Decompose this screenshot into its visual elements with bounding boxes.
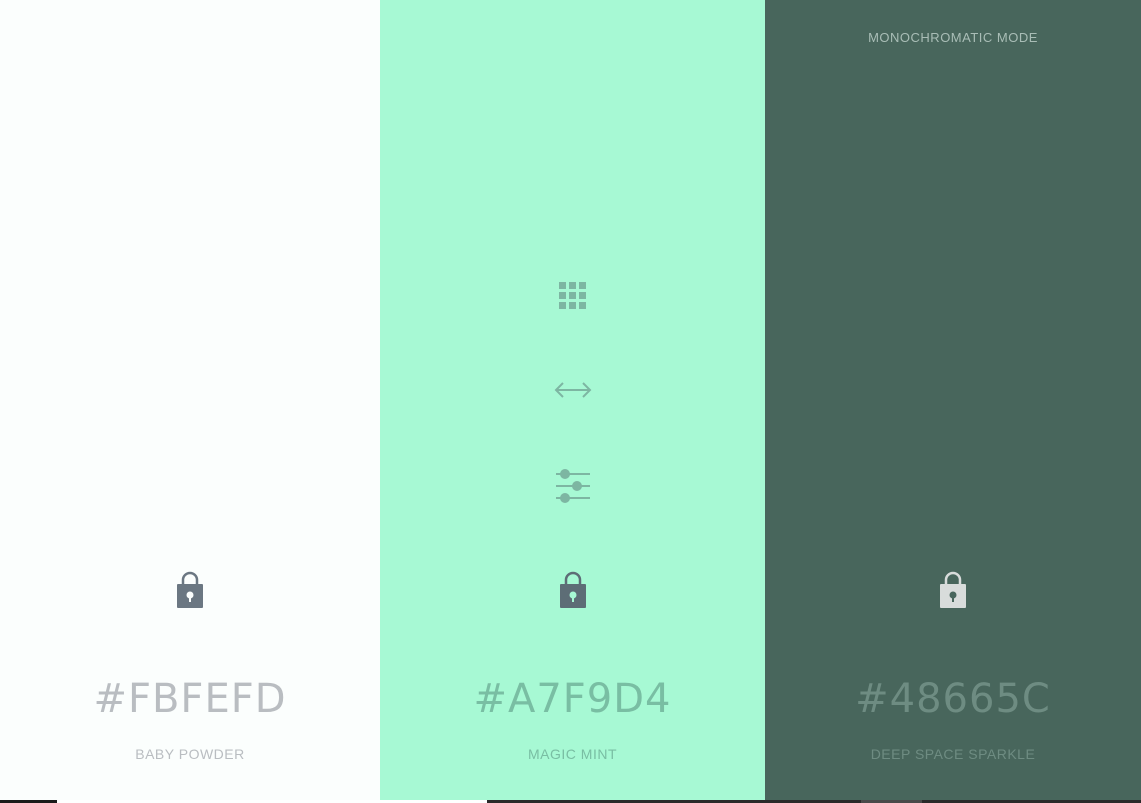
lock-button[interactable] xyxy=(557,570,589,610)
lock-icon xyxy=(177,571,203,608)
color-name[interactable]: MAGIC MINT xyxy=(380,746,765,762)
drag-button[interactable] xyxy=(553,370,593,410)
color-column-magic-mint[interactable]: #A7F9D4 MAGIC MINT xyxy=(380,0,765,800)
sliders-icon xyxy=(555,469,590,503)
adjust-button[interactable] xyxy=(553,466,593,506)
color-name[interactable]: DEEP SPACE SPARKLE xyxy=(765,746,1141,762)
color-column-deep-space-sparkle[interactable]: MONOCHROMATIC MODE #48665C DEEP SPACE SP… xyxy=(765,0,1141,800)
color-hex-code[interactable]: #48665C xyxy=(765,676,1141,722)
lock-button[interactable] xyxy=(174,570,206,610)
grid-button[interactable] xyxy=(553,276,593,316)
color-name[interactable]: BABY POWDER xyxy=(0,746,380,762)
lock-icon xyxy=(940,571,966,608)
monochromatic-mode-toggle[interactable]: MONOCHROMATIC MODE xyxy=(765,30,1141,45)
lock-button[interactable] xyxy=(937,570,969,610)
horizontal-arrows-icon xyxy=(554,382,591,398)
lock-icon xyxy=(559,571,586,608)
color-hex-code[interactable]: #A7F9D4 xyxy=(380,676,765,722)
color-palette: #FBFEFD BABY POWDER #A7F9D4 MAGIC MINT M… xyxy=(0,0,1141,803)
color-column-baby-powder[interactable]: #FBFEFD BABY POWDER xyxy=(0,0,380,800)
grid-icon xyxy=(558,282,586,309)
color-hex-code[interactable]: #FBFEFD xyxy=(0,676,380,722)
